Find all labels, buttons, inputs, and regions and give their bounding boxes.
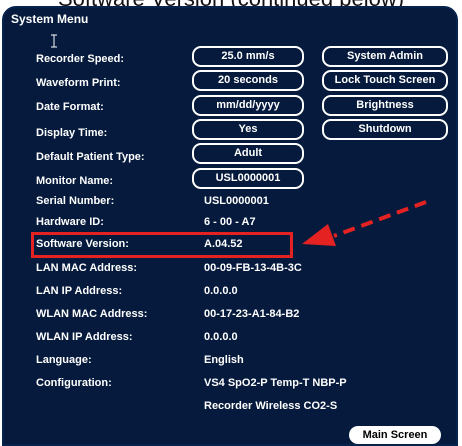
label-monitor-name: Monitor Name: <box>36 175 113 187</box>
configuration-value-line-2: Recorder Wireless CO2-S <box>204 400 338 412</box>
label-display-time: Display Time: <box>36 127 108 139</box>
wlan-ip-address-value: 0.0.0.0 <box>204 331 238 343</box>
label-wlan-mac-address: WLAN MAC Address: <box>36 308 148 320</box>
default-patient-type-button[interactable]: Adult <box>192 143 304 164</box>
label-lan-mac-address: LAN MAC Address: <box>36 262 138 274</box>
monitor-name-button[interactable]: USL0000001 <box>192 168 304 189</box>
label-wlan-ip-address: WLAN IP Address: <box>36 331 133 343</box>
text-cursor-icon <box>51 34 57 48</box>
red-dashed-arrow-icon <box>302 200 427 246</box>
label-lan-ip-address: LAN IP Address: <box>36 285 123 297</box>
label-default-patient-type: Default Patient Type: <box>36 151 145 163</box>
lan-ip-address-value: 0.0.0.0 <box>204 285 238 297</box>
lock-touch-screen-button[interactable]: Lock Touch Screen <box>322 70 448 91</box>
language-value: English <box>204 354 244 366</box>
lan-mac-address-value: 00-09-FB-13-4B-3C <box>204 262 302 274</box>
label-serial-number: Serial Number: <box>36 195 115 207</box>
screenshot-stage: Software Version (continued below) Syste… <box>0 0 462 446</box>
recorder-speed-button[interactable]: 25.0 mm/s <box>192 46 304 67</box>
system-admin-button[interactable]: System Admin <box>322 46 448 67</box>
shutdown-button[interactable]: Shutdown <box>322 119 448 140</box>
waveform-print-button[interactable]: 20 seconds <box>192 70 304 91</box>
label-date-format: Date Format: <box>36 101 104 113</box>
label-hardware-id: Hardware ID: <box>36 216 104 228</box>
wlan-mac-address-value: 00-17-23-A1-84-B2 <box>204 308 300 320</box>
system-menu-panel: System Menu Recorder Speed: Waveform Pri… <box>2 6 458 446</box>
brightness-button[interactable]: Brightness <box>322 95 448 116</box>
label-language: Language: <box>36 354 92 366</box>
software-version-highlight-box <box>31 232 293 258</box>
window-title: System Menu <box>11 12 89 26</box>
label-configuration: Configuration: <box>36 377 112 389</box>
serial-number-value: USL0000001 <box>204 195 269 207</box>
label-recorder-speed: Recorder Speed: <box>36 53 125 65</box>
date-format-button[interactable]: mm/dd/yyyy <box>192 95 304 116</box>
display-time-button[interactable]: Yes <box>192 119 304 140</box>
configuration-value: VS4 SpO2-P Temp-T NBP-P <box>204 377 347 389</box>
label-waveform-print: Waveform Print: <box>36 77 121 89</box>
main-screen-button[interactable]: Main Screen <box>349 426 441 444</box>
hardware-id-value: 6 - 00 - A7 <box>204 216 256 228</box>
